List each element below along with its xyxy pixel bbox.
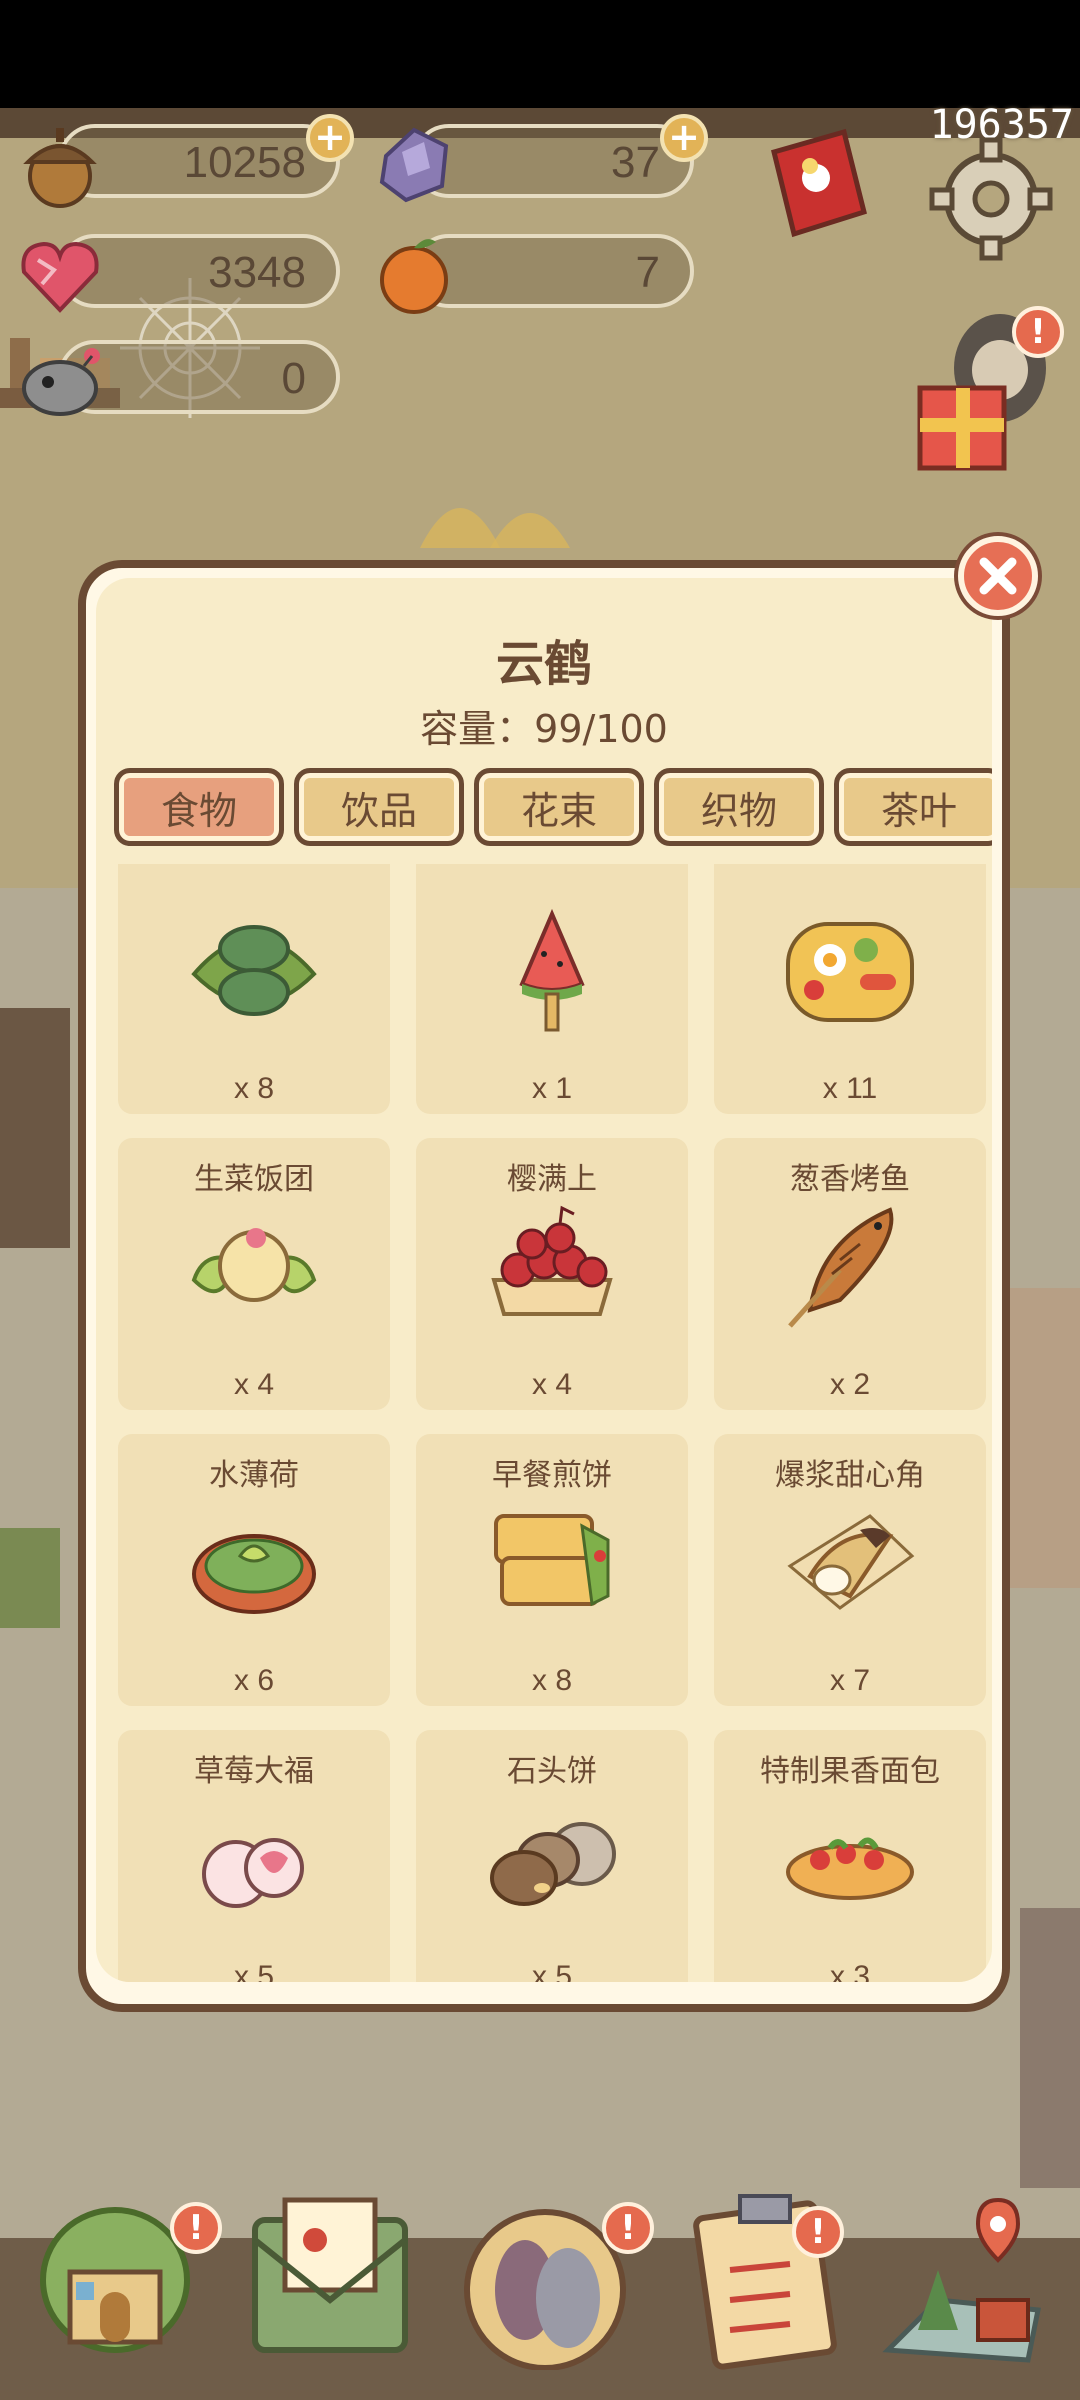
- item-quantity: x 1: [531, 1072, 573, 1105]
- item-quantity: x 2: [829, 1368, 871, 1401]
- orange-value: 7: [635, 248, 660, 297]
- robot-bird-icon: [22, 348, 100, 416]
- item-quantity: x 8: [233, 1072, 275, 1105]
- item-name: 草莓大福: [194, 1754, 314, 1789]
- nav-mail[interactable]: [245, 2180, 415, 2370]
- item-name: 石头饼: [507, 1754, 597, 1789]
- item-quantity: x 6: [233, 1664, 275, 1697]
- acorn-value: 10258: [183, 138, 306, 187]
- add-crystal-button[interactable]: +: [660, 114, 708, 162]
- gadget-counter[interactable]: 0: [22, 340, 340, 416]
- ginkgo-leaves: [420, 508, 570, 548]
- heart-counter[interactable]: 3348: [21, 234, 340, 313]
- item-cell[interactable]: x 1: [416, 864, 688, 1114]
- item-cell[interactable]: 特制果香面包 x 3: [714, 1730, 986, 1982]
- strawberry-daifuku-icon: [202, 1838, 304, 1908]
- item-cell[interactable]: 石头饼 x 5: [416, 1730, 688, 1982]
- acorn-icon: [23, 128, 97, 208]
- quests-alert-badge: !: [792, 2206, 844, 2258]
- item-name: 葱香烤鱼: [790, 1162, 910, 1197]
- nav-birds[interactable]: [460, 2180, 630, 2371]
- left-furniture: [0, 1008, 70, 1628]
- item-name: 爆浆甜心角: [775, 1458, 925, 1493]
- item-name: 特制果香面包: [760, 1754, 940, 1789]
- item-cell[interactable]: 早餐煎饼 x 8: [416, 1434, 688, 1706]
- birds-icon: [464, 2209, 626, 2371]
- close-icon: [979, 557, 1017, 595]
- tab-bouquets[interactable]: 花束: [474, 768, 644, 846]
- map-icon: [882, 2197, 1041, 2363]
- crystal-value: 37: [611, 138, 660, 187]
- heart-gem-icon: [21, 241, 99, 313]
- right-furniture: [1010, 1288, 1080, 2188]
- item-quantity: x 4: [531, 1368, 573, 1401]
- gadget-value: 0: [281, 354, 306, 403]
- tab-tea[interactable]: 茶叶: [834, 768, 992, 846]
- tab-drinks[interactable]: 饮品: [294, 768, 464, 846]
- nav-house[interactable]: [30, 2180, 200, 2370]
- panel-title: 云鹤: [495, 636, 592, 692]
- item-name: 樱满上: [507, 1162, 597, 1197]
- item-grid-scroll[interactable]: x 8 x 1 x 11 生菜饭团 x 4 樱满上 x 4 葱香烤鱼 x 2 水…: [118, 864, 992, 1982]
- orange-icon: [380, 239, 448, 314]
- birds-alert-badge: !: [602, 2202, 654, 2254]
- crystal-counter[interactable]: 37 +: [379, 114, 708, 203]
- item-quantity: x 7: [829, 1664, 871, 1697]
- close-button[interactable]: [958, 536, 1038, 616]
- item-cell[interactable]: 葱香烤鱼 x 2: [714, 1138, 986, 1410]
- tab-food[interactable]: 食物: [114, 768, 284, 846]
- bento-box-icon: [786, 922, 914, 1022]
- gift-alert-badge: !: [1012, 306, 1064, 358]
- item-grid: x 8 x 1 x 11 生菜饭团 x 4 樱满上 x 4 葱香烤鱼 x 2 水…: [118, 864, 992, 1982]
- item-cell[interactable]: 水薄荷 x 6: [118, 1434, 390, 1706]
- category-tabs: 食物 饮品 花束 织物 茶叶: [114, 768, 992, 848]
- item-quantity: x 8: [531, 1664, 573, 1697]
- cream-cone-icon: [787, 1514, 915, 1610]
- item-quantity: x 5: [531, 1960, 573, 1982]
- nav-map[interactable]: [878, 2180, 1048, 2370]
- item-cell[interactable]: 爆浆甜心角 x 7: [714, 1434, 986, 1706]
- house-icon: [40, 2207, 190, 2353]
- item-cell[interactable]: 生菜饭团 x 4: [118, 1138, 390, 1410]
- settings-gear-icon[interactable]: [926, 134, 1056, 264]
- grilled-fish-icon: [788, 1207, 894, 1328]
- red-envelope-icon[interactable]: [754, 122, 884, 252]
- item-quantity: x 4: [233, 1368, 275, 1401]
- inventory-panel: 云鹤 容量：99/100 食物 饮品 花束 织物 茶叶 x 8 x 1 x 11…: [78, 560, 1010, 2012]
- item-cell[interactable]: 草莓大福 x 5: [118, 1730, 390, 1982]
- item-quantity: x 11: [822, 1072, 878, 1105]
- crystal-icon: [379, 127, 449, 203]
- status-bar: [0, 0, 1080, 108]
- item-quantity: x 3: [829, 1960, 871, 1982]
- green-rice-cake-icon: [191, 925, 317, 1016]
- stone-bread-icon: [490, 1822, 616, 1906]
- item-cell[interactable]: x 11: [714, 864, 986, 1114]
- mint-soup-icon: [192, 1534, 316, 1614]
- item-name: 生菜饭团: [194, 1162, 314, 1197]
- item-quantity: x 5: [233, 1960, 275, 1982]
- item-name: 早餐煎饼: [492, 1458, 612, 1493]
- house-alert-badge: !: [170, 2202, 222, 2254]
- capacity-label: 容量：99/100: [420, 707, 668, 751]
- heart-value: 3348: [208, 248, 306, 297]
- tab-fabrics[interactable]: 织物: [654, 768, 824, 846]
- item-cell[interactable]: 樱满上 x 4: [416, 1138, 688, 1410]
- lettuce-rice-ball-icon: [191, 1228, 317, 1302]
- acorn-counter[interactable]: 10258 +: [23, 114, 354, 208]
- panel-body: 云鹤 容量：99/100 食物 饮品 花束 织物 茶叶 x 8 x 1 x 11…: [96, 578, 992, 1982]
- breakfast-pancake-icon: [494, 1514, 610, 1607]
- item-cell[interactable]: x 8: [118, 864, 390, 1114]
- mail-icon: [252, 2197, 408, 2353]
- orange-counter[interactable]: 7: [380, 234, 694, 314]
- bottom-nav: ! ! !: [0, 2180, 1080, 2400]
- item-name: 水薄荷: [209, 1458, 299, 1493]
- watermelon-popsicle-icon: [519, 908, 585, 1032]
- fruit-bruschetta-icon: [786, 1837, 914, 1900]
- cherry-tart-icon: [491, 1205, 613, 1316]
- add-acorn-button[interactable]: +: [306, 114, 354, 162]
